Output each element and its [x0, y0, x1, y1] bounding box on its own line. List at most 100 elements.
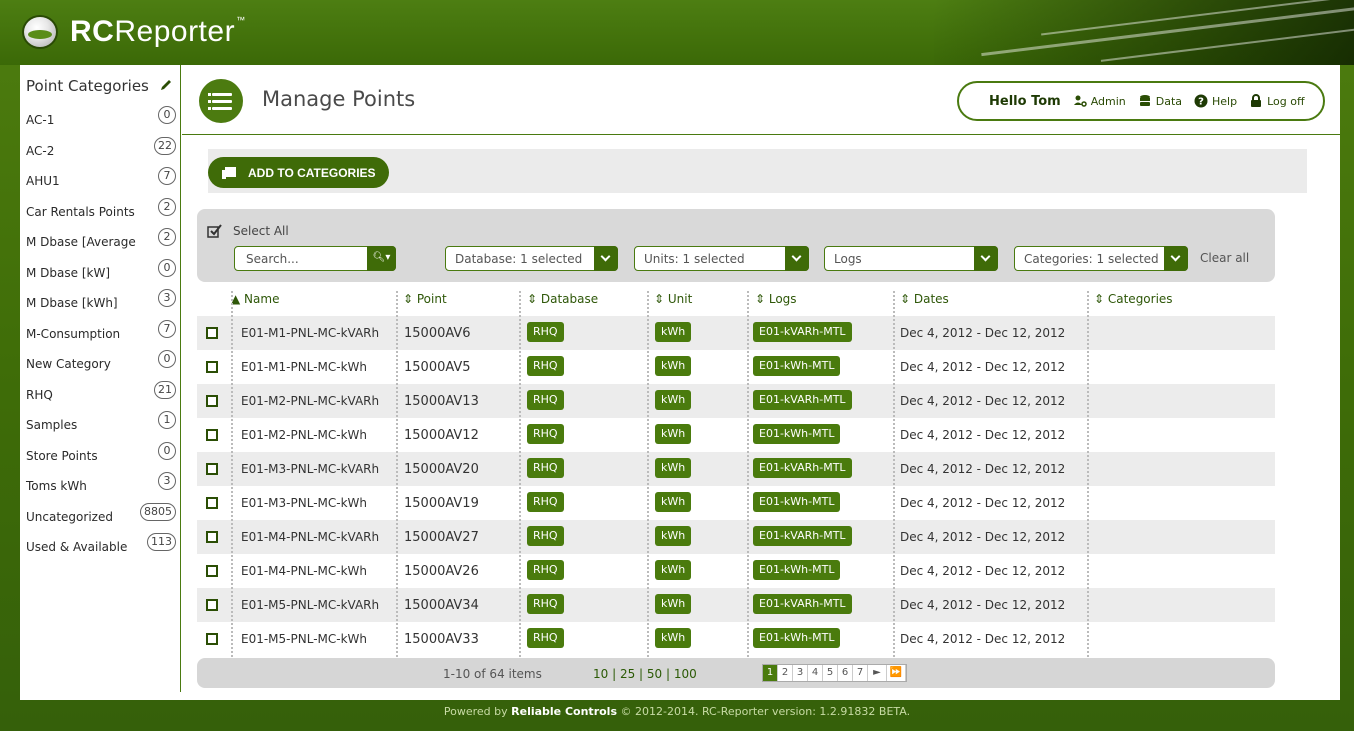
cell-point: 15000AV13: [404, 394, 479, 409]
row-checkbox[interactable]: [206, 599, 218, 611]
chevron-down-icon: [1164, 246, 1188, 271]
sidebar-item[interactable]: RHQ 21: [26, 380, 176, 406]
app-logo[interactable]: RCReporter™: [22, 14, 246, 50]
count-badge: 7: [158, 319, 176, 338]
row-checkbox[interactable]: [206, 497, 218, 509]
row-checkbox[interactable]: [206, 531, 218, 543]
row-checkbox[interactable]: [206, 361, 218, 373]
column-divider: [747, 291, 749, 661]
sidebar: Point Categories AC-1 0 AC-2 22 AHU1 7 Car Ren…: [20, 65, 181, 692]
unit-badge: kWh: [655, 322, 692, 342]
list-icon: [199, 79, 243, 123]
column-header-logs[interactable]: ⇕ Logs: [755, 292, 797, 306]
main-panel: Manage Points Hello Tom Admin Data ? Hel…: [182, 65, 1340, 692]
sidebar-item-label: Used & Available: [26, 540, 128, 554]
database-badge: RHQ: [527, 594, 564, 614]
company-link[interactable]: Reliable Controls: [511, 705, 617, 718]
page-link[interactable]: 3: [793, 665, 808, 681]
row-checkbox[interactable]: [206, 429, 218, 441]
cell-point: 15000AV5: [404, 360, 471, 375]
sidebar-item[interactable]: Toms kWh 3: [26, 472, 176, 497]
database-badge: RHQ: [527, 356, 564, 376]
logs-filter[interactable]: Logs: [824, 246, 998, 271]
sidebar-item[interactable]: Used & Available 113: [26, 533, 176, 558]
database-badge: RHQ: [527, 628, 564, 648]
users-gear-icon: [1073, 95, 1087, 107]
table-header: ▲ Name ⇕ Point ⇕ Database ⇕ Unit ⇕ Logs …: [197, 285, 1275, 315]
sidebar-item[interactable]: M-Consumption 7: [26, 319, 176, 345]
sidebar-item[interactable]: M Dbase [kW] 0: [26, 258, 176, 284]
last-page-icon[interactable]: ⏩: [887, 665, 906, 681]
column-header-dates[interactable]: ⇕ Dates: [900, 292, 949, 306]
page-link[interactable]: 6: [838, 665, 853, 681]
search-input[interactable]: Search... 🔍︎▾: [234, 246, 396, 271]
column-header-point[interactable]: ⇕ Point: [403, 292, 447, 306]
log-badge: E01-kWh-MTL: [753, 492, 841, 512]
column-header-name[interactable]: ▲ Name: [231, 292, 279, 306]
table-row[interactable]: E01-M3-PNL-MC-kVARh 15000AV20 RHQ kWh E01-kV…: [197, 452, 1275, 486]
column-header-database[interactable]: ⇕ Database: [527, 292, 598, 306]
sidebar-item[interactable]: Samples 1: [26, 411, 176, 436]
cell-dates: Dec 4, 2012 - Dec 12, 2012: [900, 564, 1066, 578]
help-link[interactable]: ? Help: [1194, 94, 1237, 108]
page-link[interactable]: 2: [778, 665, 793, 681]
table-row[interactable]: E01-M1-PNL-MC-kWh 15000AV5 RHQ kWh E01-kWh-M…: [197, 350, 1275, 384]
count-badge: 0: [158, 350, 176, 368]
log-badge: E01-kWh-MTL: [753, 628, 841, 648]
row-checkbox[interactable]: [206, 395, 218, 407]
user-menu: Hello Tom Admin Data ? Help Log off: [957, 81, 1325, 121]
sidebar-item[interactable]: AHU1 7: [26, 167, 176, 192]
page-link[interactable]: 7: [853, 665, 868, 681]
pencil-icon[interactable]: [159, 78, 173, 92]
content-area: Point Categories AC-1 0 AC-2 22 AHU1 7 Car Ren…: [20, 65, 1340, 700]
add-to-categories-button[interactable]: ADD TO CATEGORIES: [208, 157, 389, 188]
sidebar-item[interactable]: Uncategorized 8805: [26, 502, 176, 528]
cell-point: 15000AV34: [404, 598, 479, 613]
table-row[interactable]: E01-M5-PNL-MC-kVARh 15000AV34 RHQ kWh E01-kV…: [197, 588, 1275, 622]
units-filter[interactable]: Units: 1 selected: [634, 246, 809, 271]
database-filter[interactable]: Database: 1 selected: [445, 246, 618, 271]
select-all[interactable]: Select All: [207, 223, 289, 239]
sidebar-item[interactable]: AC-2 22: [26, 136, 176, 162]
sidebar-item[interactable]: Car Rentals Points 2: [26, 197, 176, 223]
admin-link[interactable]: Admin: [1073, 94, 1126, 108]
column-header-unit[interactable]: ⇕ Unit: [654, 292, 692, 306]
clear-all-link[interactable]: Clear all: [1200, 251, 1249, 265]
sidebar-item[interactable]: M Dbase [Average 2: [26, 228, 176, 253]
chevron-down-icon: [974, 246, 998, 271]
sidebar-item-label: Uncategorized: [26, 509, 113, 524]
page-link[interactable]: 1: [763, 665, 778, 681]
table-row[interactable]: E01-M2-PNL-MC-kVARh 15000AV13 RHQ kWh E01-kV…: [197, 384, 1275, 418]
header-banner: RCReporter™: [0, 0, 1354, 65]
sidebar-item-label: AC-2: [26, 143, 55, 158]
sidebar-item[interactable]: M Dbase [kWh] 3: [26, 289, 176, 314]
sidebar-item[interactable]: Store Points 0: [26, 441, 176, 467]
sidebar-item-label: AC-1: [26, 113, 55, 127]
count-badge: 7: [158, 167, 176, 185]
table-row[interactable]: E01-M2-PNL-MC-kWh 15000AV12 RHQ kWh E01-kWh-…: [197, 418, 1275, 452]
page-size-selector[interactable]: 10 | 25 | 50 | 100: [593, 667, 697, 681]
row-checkbox[interactable]: [206, 327, 218, 339]
page-link[interactable]: 5: [823, 665, 838, 681]
table-row[interactable]: E01-M5-PNL-MC-kWh 15000AV33 RHQ kWh E01-kWh-…: [197, 622, 1275, 656]
sidebar-item-label: M-Consumption: [26, 326, 121, 341]
logoff-link[interactable]: Log off: [1249, 94, 1305, 108]
table-row[interactable]: E01-M1-PNL-MC-kVARh 15000AV6 RHQ kWh E01-kVA…: [197, 316, 1275, 350]
categories-filter[interactable]: Categories: 1 selected: [1014, 246, 1188, 271]
page-link[interactable]: 4: [808, 665, 823, 681]
search-icon[interactable]: 🔍︎▾: [367, 246, 396, 271]
row-checkbox[interactable]: [206, 463, 218, 475]
data-link[interactable]: Data: [1138, 94, 1182, 108]
row-checkbox[interactable]: [206, 633, 218, 645]
column-header-categories[interactable]: ⇕ Categories: [1094, 292, 1173, 306]
table-row[interactable]: E01-M4-PNL-MC-kVARh 15000AV27 RHQ kWh E01-kV…: [197, 520, 1275, 554]
table-row[interactable]: E01-M3-PNL-MC-kWh 15000AV19 RHQ kWh E01-kWh-…: [197, 486, 1275, 520]
row-checkbox[interactable]: [206, 565, 218, 577]
cell-dates: Dec 4, 2012 - Dec 12, 2012: [900, 496, 1066, 510]
count-badge: 3: [158, 472, 176, 490]
sidebar-item[interactable]: AC-1 0: [26, 106, 176, 131]
next-page-icon[interactable]: ►: [868, 665, 887, 681]
table-row[interactable]: E01-M4-PNL-MC-kWh 15000AV26 RHQ kWh E01-kWh-…: [197, 554, 1275, 588]
cell-point: 15000AV20: [404, 462, 479, 477]
sidebar-item[interactable]: New Category 0: [26, 350, 176, 375]
